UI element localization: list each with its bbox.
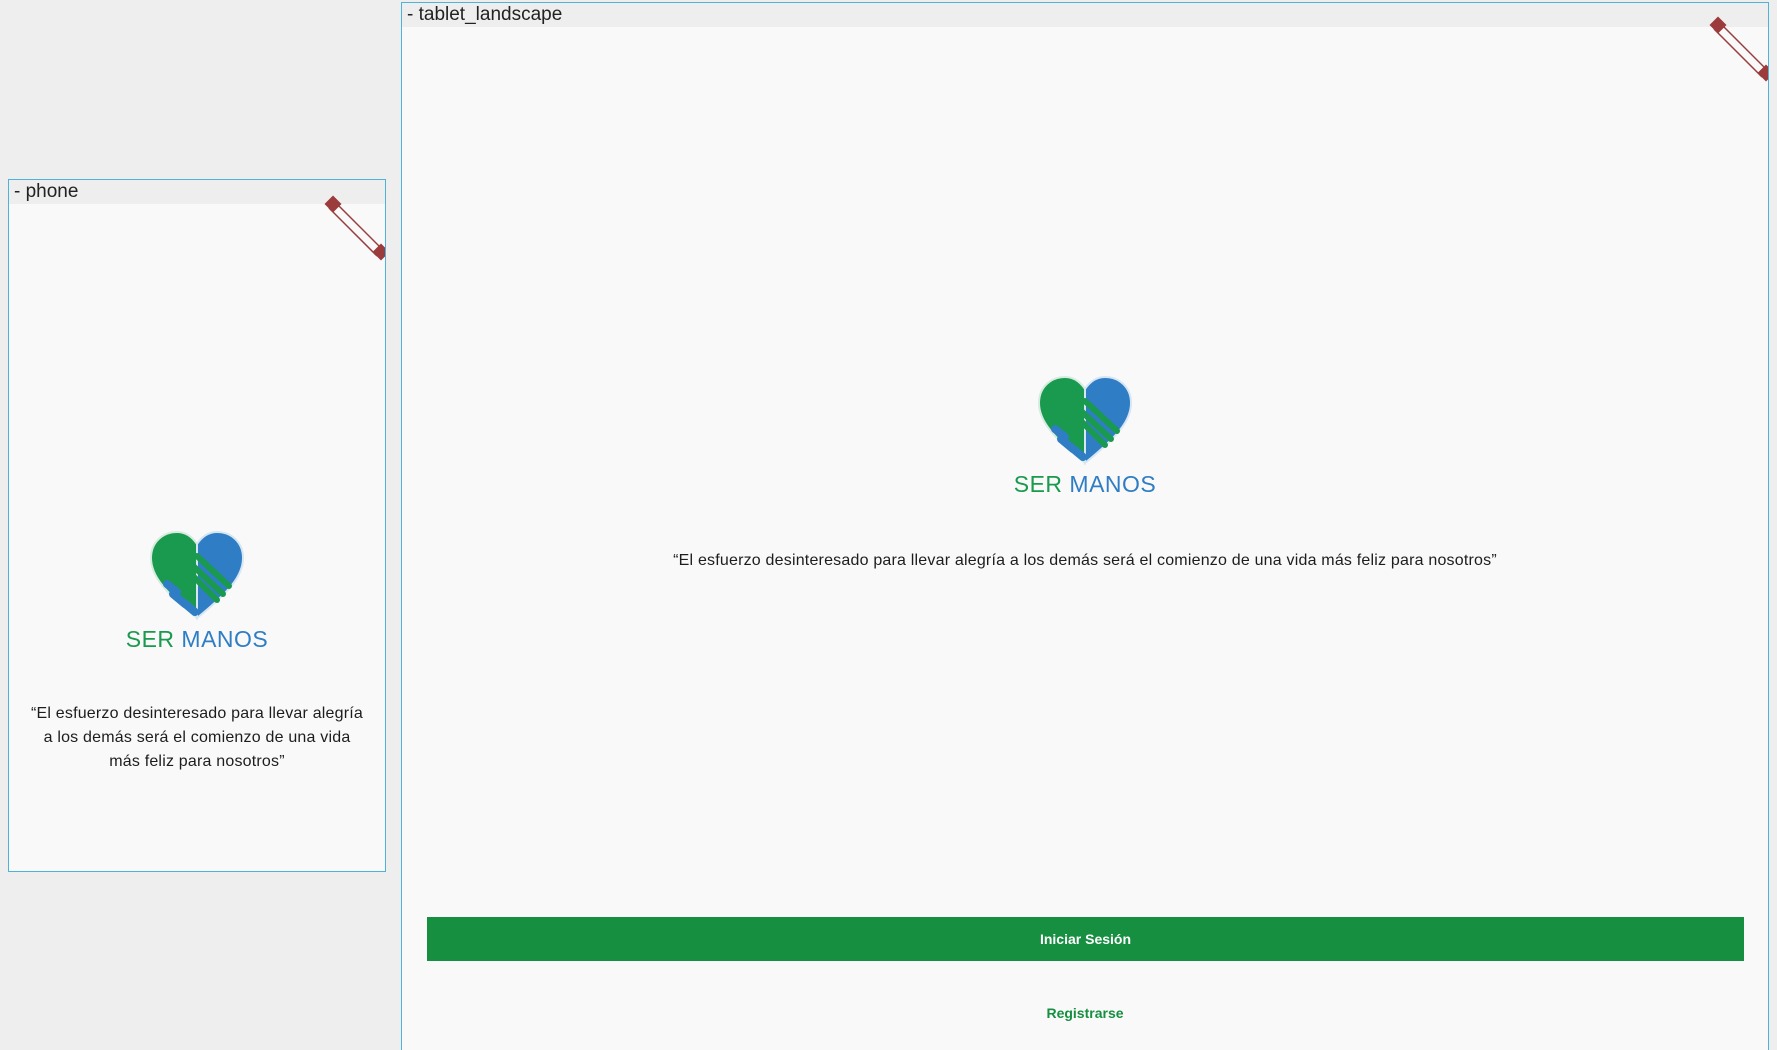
handshake-heart-icon xyxy=(1033,373,1137,469)
brand-manos: MANOS xyxy=(181,626,269,652)
phone-preview-frame: - phone SER MANOS “El esfuerzo desintere… xyxy=(8,179,386,872)
brand-wordmark: SER MANOS xyxy=(126,626,269,653)
debug-banner-icon xyxy=(1709,16,1768,82)
handshake-heart-icon xyxy=(145,528,249,624)
ser-manos-logo: SER MANOS xyxy=(402,373,1768,498)
brand-manos: MANOS xyxy=(1069,471,1157,497)
welcome-quote: “El esfuerzo desinteresado para llevar a… xyxy=(30,705,364,770)
tablet-frame-title: - tablet_landscape xyxy=(402,3,1768,27)
register-link[interactable]: Registrarse xyxy=(402,1005,1768,1021)
debug-banner-icon xyxy=(324,195,385,261)
login-button[interactable]: Iniciar Sesión xyxy=(427,917,1744,961)
tablet-landscape-preview-frame: - tablet_landscape SER MANOS “El esfuerz… xyxy=(401,2,1769,1050)
welcome-quote: “El esfuerzo desinteresado para llevar a… xyxy=(673,552,1497,569)
brand-ser: SER xyxy=(125,626,175,652)
brand-ser: SER xyxy=(1013,471,1063,497)
ser-manos-logo: SER MANOS xyxy=(9,528,385,653)
brand-wordmark: SER MANOS xyxy=(1014,471,1157,498)
